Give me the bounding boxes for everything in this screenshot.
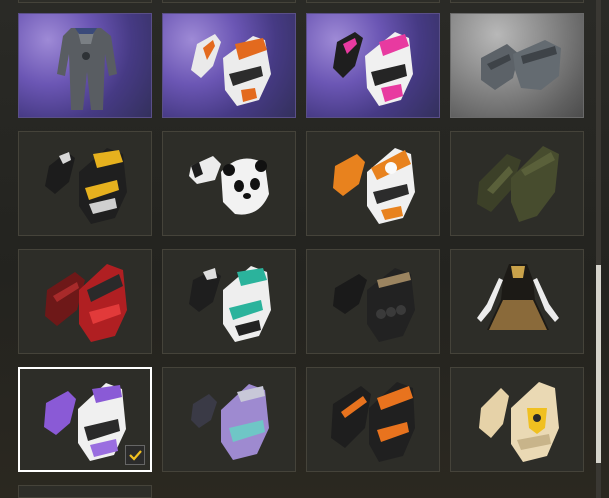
- partial-tile[interactable]: [450, 0, 584, 3]
- partial-tile[interactable]: [162, 0, 296, 3]
- orange-racing-gloves-icon: [191, 34, 271, 106]
- scrollbar-thumb[interactable]: [596, 265, 601, 463]
- item-tile-gray-fingerless[interactable]: [450, 13, 584, 118]
- item-tile-pink-racing[interactable]: [306, 13, 440, 118]
- panda-gloves-icon: [189, 156, 269, 215]
- black-gold-dress-icon: [477, 264, 559, 330]
- item-tile-teal-white[interactable]: [162, 249, 296, 354]
- beige-emblem-gloves-icon: [479, 382, 559, 462]
- red-racing-gloves-icon: [45, 264, 127, 342]
- item-tile-orange-white[interactable]: [306, 131, 440, 236]
- partial-tile[interactable]: [18, 0, 152, 3]
- purple-teal-gloves-icon: [191, 384, 269, 460]
- item-tile-olive-leather[interactable]: [450, 131, 584, 236]
- pink-racing-gloves-icon: [333, 32, 413, 106]
- item-tile-beige-emblem[interactable]: [450, 367, 584, 472]
- item-tile-orange-black[interactable]: [306, 367, 440, 472]
- item-tile-purple-teal[interactable]: [162, 367, 296, 472]
- gray-fingerless-gloves-icon: [481, 40, 561, 90]
- orange-black-gloves-icon: [331, 382, 415, 462]
- item-tile-purple-white[interactable]: [18, 367, 152, 472]
- teal-white-gloves-icon: [189, 266, 271, 342]
- orange-white-gloves-icon: [333, 148, 415, 224]
- item-tile-black-knuckle[interactable]: [306, 249, 440, 354]
- item-tile-panda[interactable]: [162, 131, 296, 236]
- yellow-black-gloves-icon: [45, 148, 127, 224]
- item-tile-orange-racing[interactable]: [162, 13, 296, 118]
- black-knuckle-gloves-icon: [333, 268, 415, 342]
- item-tile-yellow-black[interactable]: [18, 131, 152, 236]
- inventory-grid: [0, 0, 609, 498]
- partial-tile[interactable]: [306, 0, 440, 3]
- item-tile-black-gold-dress[interactable]: [450, 249, 584, 354]
- tracksuit-outfit-icon: [57, 28, 117, 110]
- partial-tile[interactable]: [18, 485, 152, 498]
- item-tile-tracksuit[interactable]: [18, 13, 152, 118]
- olive-leather-gloves-icon: [477, 146, 559, 222]
- item-tile-red-racing[interactable]: [18, 249, 152, 354]
- checkmark-icon: [125, 445, 145, 465]
